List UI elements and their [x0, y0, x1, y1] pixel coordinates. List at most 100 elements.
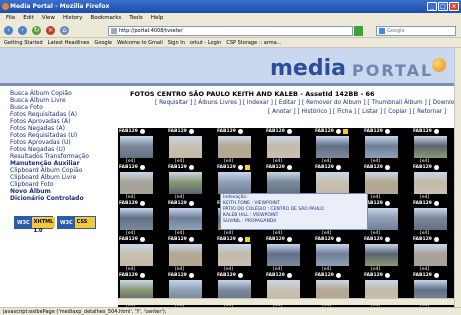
photo-thumbnail[interactable] [365, 172, 398, 194]
photo-thumbnail[interactable] [365, 208, 398, 230]
menu-edit[interactable]: Edit [23, 15, 34, 23]
bookmark-latest-headlines[interactable]: Latest Headlines [48, 40, 90, 47]
sidebar-item[interactable]: Novo Álbum [10, 188, 115, 195]
photo-thumbnail[interactable] [267, 136, 300, 158]
select-radio-icon[interactable] [139, 129, 145, 134]
select-radio-icon[interactable] [188, 273, 194, 278]
photo-cell[interactable]: FAB129[e4] [118, 236, 167, 272]
sidebar-item[interactable]: Busca Foto [10, 104, 115, 111]
photo-thumbnail[interactable] [169, 208, 202, 230]
select-radio-icon[interactable] [384, 165, 390, 170]
photo-thumbnail[interactable] [218, 244, 251, 266]
sidebar-item[interactable]: Clipboard Álbum Copião [10, 167, 115, 174]
url-bar[interactable]: http://portal:4008/tvsete/ [108, 26, 353, 36]
photo-thumbnail[interactable] [316, 136, 349, 158]
w3c-css-badge[interactable]: W3C CSS [57, 216, 96, 229]
photo-thumbnail[interactable] [218, 172, 251, 194]
w3c-xhtml-badge[interactable]: W3C XHTML 1.0 [14, 216, 56, 234]
sidebar-item[interactable]: Clipboard Álbum Livre [10, 174, 115, 181]
bookmark-sign-in[interactable]: Sign In [168, 40, 185, 47]
sidebar-item[interactable]: Manutenção Auxiliar [10, 160, 115, 167]
select-radio-icon[interactable] [286, 165, 292, 170]
select-radio-icon[interactable] [335, 129, 341, 134]
select-radio-icon[interactable] [139, 237, 145, 242]
menu-file[interactable]: File [6, 15, 15, 23]
photo-cell[interactable]: FAB129[e4] [118, 200, 167, 236]
photo-thumbnail[interactable] [414, 172, 447, 194]
select-radio-icon[interactable] [286, 129, 292, 134]
photo-cell[interactable]: FAB129[e4] [167, 200, 216, 236]
photo-cell[interactable]: FAB129[e4] [363, 200, 412, 236]
menu-bookmarks[interactable]: Bookmarks [91, 15, 122, 23]
photo-thumbnail[interactable] [267, 172, 300, 194]
photo-thumbnail[interactable] [120, 208, 153, 230]
photo-cell[interactable]: FAB129[e4] [363, 128, 412, 164]
menu-history[interactable]: History [63, 15, 83, 23]
home-icon[interactable]: ⌂ [60, 26, 69, 35]
select-radio-icon[interactable] [237, 165, 243, 170]
photo-cell[interactable]: FAB129[e4] [167, 236, 216, 272]
photo-cell[interactable]: FAB129[e4] [265, 236, 314, 272]
select-radio-icon[interactable] [188, 201, 194, 206]
sidebar-item[interactable]: Fotos Requisitadas (U) [10, 132, 115, 139]
photo-cell[interactable]: FAB129[e4] [363, 164, 412, 200]
reload-icon[interactable]: ↻ [32, 26, 41, 35]
bookmark-google[interactable]: Google [94, 40, 112, 47]
photo-thumbnail[interactable] [414, 244, 447, 266]
sidebar-item[interactable]: Resultados Transformação [10, 153, 115, 160]
menu-help[interactable]: Help [151, 15, 164, 23]
select-radio-icon[interactable] [188, 129, 194, 134]
search-input[interactable]: Google [376, 26, 456, 36]
photo-cell[interactable]: FAB129[e4] [314, 236, 363, 272]
photo-cell[interactable]: FAB129[e4] [363, 236, 412, 272]
stop-icon[interactable]: × [46, 26, 55, 35]
photo-cell[interactable]: FAB129[e4] [314, 128, 363, 164]
sidebar-item[interactable]: Dicionário Controlado [10, 195, 115, 202]
sidebar-item[interactable]: Fotos Requisitadas (A) [10, 111, 115, 118]
bookmark-csp-storage[interactable]: CSP Storage :: arma... [226, 40, 281, 47]
photo-cell[interactable]: FAB129[e4] [216, 128, 265, 164]
photo-thumbnail[interactable] [316, 172, 349, 194]
photo-thumbnail[interactable] [365, 244, 398, 266]
back-icon[interactable]: ‹ [4, 26, 13, 35]
photo-cell[interactable]: FAB129[e4] [118, 164, 167, 200]
photo-cell[interactable]: FAB129[e4] [265, 128, 314, 164]
select-radio-icon[interactable] [384, 237, 390, 242]
photo-thumbnail[interactable] [169, 244, 202, 266]
close-button[interactable]: × [449, 2, 459, 11]
photo-thumbnail[interactable] [267, 244, 300, 266]
minimize-button[interactable]: _ [427, 2, 437, 11]
select-radio-icon[interactable] [384, 129, 390, 134]
photo-cell[interactable]: FAB129[e4] [167, 128, 216, 164]
go-button[interactable] [354, 26, 363, 36]
select-radio-icon[interactable] [188, 165, 194, 170]
sidebar-item[interactable]: Busca Álbum Livre [10, 97, 115, 104]
menu-tools[interactable]: Tools [129, 15, 143, 23]
select-radio-icon[interactable] [237, 237, 243, 242]
select-radio-icon[interactable] [335, 237, 341, 242]
photo-cell[interactable]: FAB129[e4] [118, 128, 167, 164]
select-radio-icon[interactable] [335, 273, 341, 278]
select-radio-icon[interactable] [335, 165, 341, 170]
menu-view[interactable]: View [42, 15, 55, 23]
vertical-scrollbar[interactable] [454, 48, 461, 307]
photo-thumbnail[interactable] [120, 244, 153, 266]
select-radio-icon[interactable] [286, 273, 292, 278]
photo-thumbnail[interactable] [120, 136, 153, 158]
action-links-row1[interactable]: [ Requisitar ] [ Álbuns Livres ] [ Index… [155, 100, 461, 106]
photo-thumbnail[interactable] [120, 172, 153, 194]
photo-thumbnail[interactable] [365, 136, 398, 158]
select-radio-icon[interactable] [433, 129, 439, 134]
horizontal-scrollbar[interactable] [118, 298, 454, 305]
select-radio-icon[interactable] [384, 273, 390, 278]
bookmark-getting-started[interactable]: Getting Started [4, 40, 43, 47]
sidebar-item[interactable]: Fotos Negadas (A) [10, 125, 115, 132]
photo-thumbnail[interactable] [169, 136, 202, 158]
select-radio-icon[interactable] [139, 165, 145, 170]
sidebar-item[interactable]: Fotos Aprovadas (A) [10, 118, 115, 125]
photo-thumbnail[interactable] [316, 244, 349, 266]
sidebar-item[interactable]: Clipboard Foto [10, 181, 115, 188]
maximize-button[interactable]: □ [438, 2, 448, 11]
photo-cell[interactable]: FAB129[e4] [167, 164, 216, 200]
forward-icon[interactable]: › [18, 26, 27, 35]
